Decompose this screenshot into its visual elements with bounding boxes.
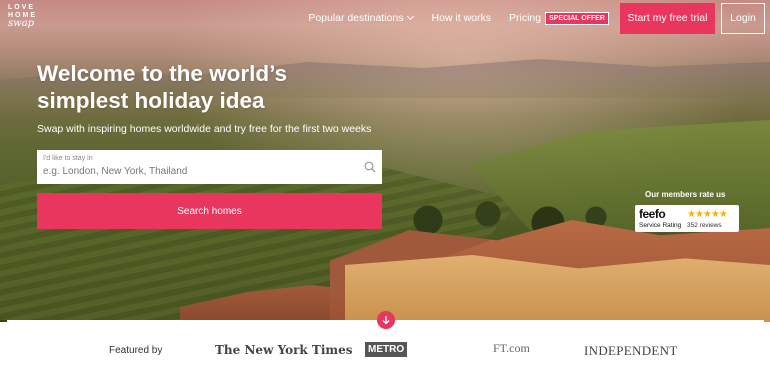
search-label: I'd like to stay in xyxy=(43,155,93,162)
logo-metro: METRO xyxy=(365,342,408,357)
search-box[interactable]: I'd like to stay in xyxy=(37,150,382,184)
logo-line-love: LOVE xyxy=(8,4,36,11)
feefo-badge[interactable]: feefo Service Rating ★★★★★ 352 reviews xyxy=(635,205,739,232)
featured-by-label: Featured by xyxy=(109,345,163,356)
feefo-logo: feefo xyxy=(639,207,666,221)
special-offer-badge: SPECIAL OFFER xyxy=(545,11,609,25)
nav-popular-destinations[interactable]: Popular destinations xyxy=(308,12,415,24)
arrow-down-icon xyxy=(382,316,390,325)
page-title: Welcome to the world’s simplest holiday … xyxy=(37,61,288,113)
logo-ft: FT.com xyxy=(493,341,530,355)
rating-title: Our members rate us xyxy=(645,190,726,199)
login-button[interactable]: Login xyxy=(721,2,765,34)
logo-line-swap: swap xyxy=(8,18,35,29)
feefo-service-rating: Service Rating xyxy=(639,222,682,229)
review-count: 352 reviews xyxy=(687,222,722,229)
nav-popular-label: Popular destinations xyxy=(308,12,404,24)
chevron-down-icon xyxy=(407,12,415,21)
logo-independent: INDEPENDENT xyxy=(584,343,678,358)
search-icon xyxy=(364,161,376,173)
top-nav: Popular destinations How it works Pricin… xyxy=(308,0,770,36)
logo-nyt: The New York Times xyxy=(215,343,353,357)
scroll-down-button[interactable] xyxy=(377,311,395,329)
star-rating: ★★★★★ xyxy=(687,209,728,220)
search-homes-button[interactable]: Search homes xyxy=(37,193,382,229)
nav-how-it-works[interactable]: How it works xyxy=(431,12,491,24)
logo[interactable]: LOVE HOME swap xyxy=(8,4,37,29)
hero-subtext: Swap with inspiring homes worldwide and … xyxy=(37,123,372,135)
start-free-trial-button[interactable]: Start my free trial xyxy=(620,2,715,34)
search-input[interactable] xyxy=(43,166,353,177)
nav-pricing[interactable]: Pricing xyxy=(509,12,541,24)
